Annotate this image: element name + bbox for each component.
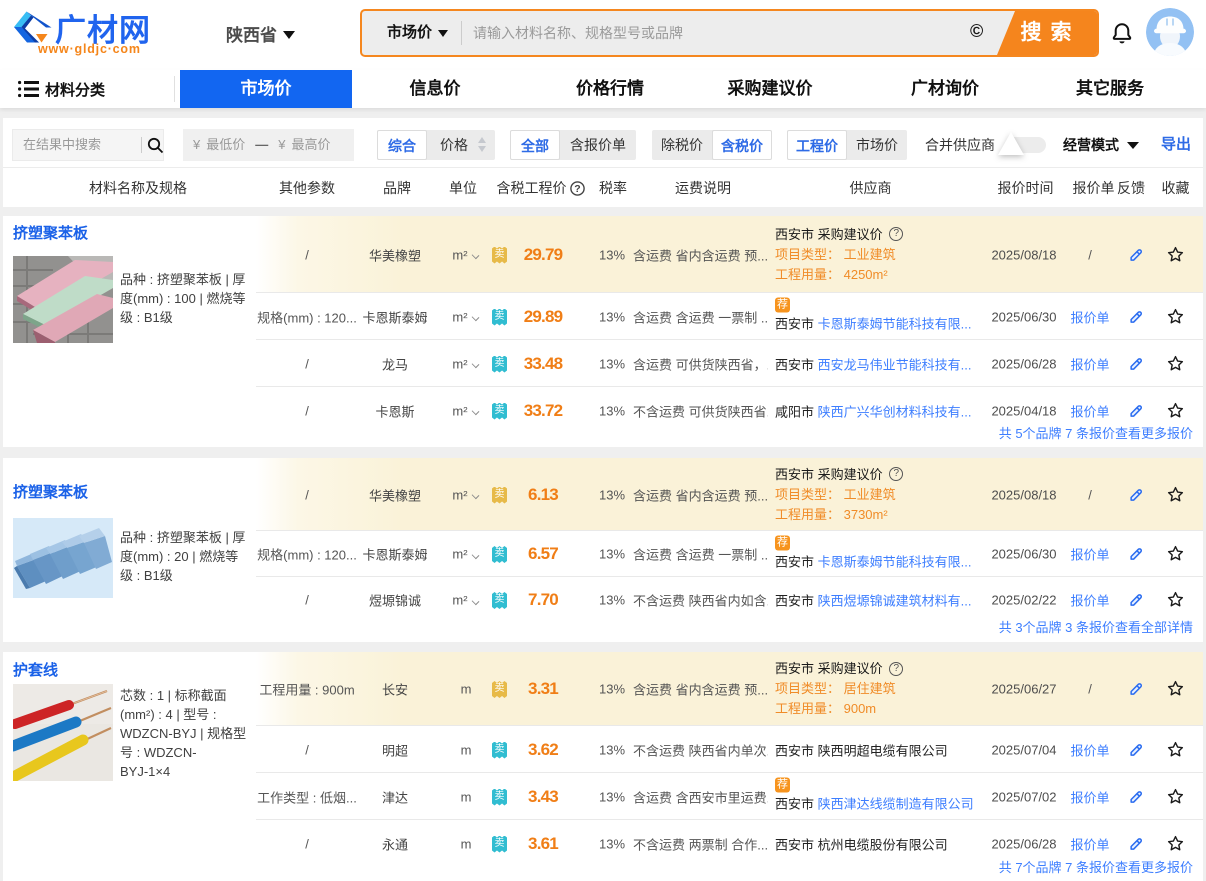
svg-text:?: ? xyxy=(574,183,580,195)
